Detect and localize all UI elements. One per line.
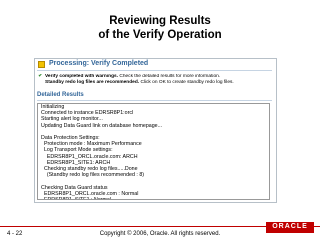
slide-title-line2: of the Verify Operation <box>98 29 222 41</box>
processing-icon <box>38 61 45 68</box>
status-message-text: Verify completed with warnings. Check th… <box>45 74 273 86</box>
processing-title: Processing: Verify Completed <box>49 60 149 67</box>
slide-title: Reviewing Results of the Verify Operatio… <box>0 14 320 42</box>
status-message-bold: Verify completed with warnings. <box>45 74 119 79</box>
detailed-results-log[interactable]: Initializing Connected to instance EDRSR8… <box>37 103 270 200</box>
detailed-results-heading: Detailed Results <box>37 92 272 101</box>
oracle-logo-text: ORACLE <box>272 223 308 230</box>
processing-header: Processing: Verify Completed <box>37 60 272 71</box>
slide-title-line1: Reviewing Results <box>109 15 211 27</box>
em-screenshot-panel: Processing: Verify Completed ✔ Verify co… <box>34 58 277 203</box>
status-message-rest: Check the detailed results for more info… <box>118 74 221 79</box>
status-message-bold-2: Standby redo log files are recommended. <box>45 79 140 85</box>
status-message: ✔ Verify completed with warnings. Check … <box>37 74 273 90</box>
oracle-logo: ORACLE <box>266 222 314 233</box>
checkmark-icon: ✔ <box>38 74 44 79</box>
status-message-rest-2: Click on OK to create standby redo log f… <box>139 79 234 85</box>
log-line: EDRSR8P1_SITE1 : Normal <box>38 197 269 199</box>
